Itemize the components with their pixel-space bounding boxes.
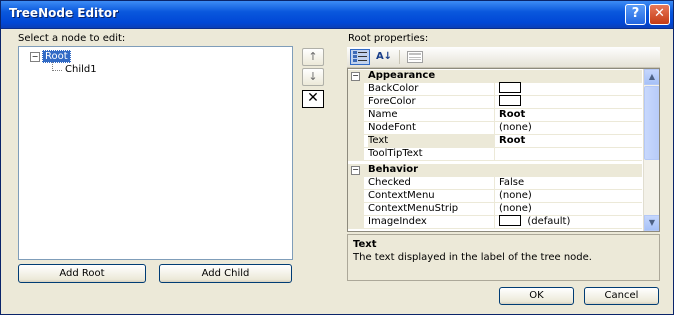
property-row-nodefont[interactable]: NodeFont (none) bbox=[348, 122, 642, 135]
select-node-label: Select a node to edit: bbox=[18, 33, 126, 44]
property-grid-toolbar: A↓ bbox=[347, 47, 660, 68]
property-value[interactable]: Root bbox=[499, 109, 642, 121]
image-index-value: (default) bbox=[527, 216, 571, 227]
scroll-down-button[interactable]: ▼ bbox=[644, 215, 659, 231]
property-row-text[interactable]: Text Root bbox=[348, 135, 642, 148]
property-value[interactable]: (none) bbox=[499, 203, 642, 215]
row-gutter bbox=[348, 216, 364, 229]
row-gutter bbox=[348, 83, 364, 96]
tree-node-child1[interactable]: Child1 bbox=[65, 64, 97, 75]
cancel-button[interactable]: Cancel bbox=[584, 287, 659, 305]
description-title: Text bbox=[353, 239, 377, 250]
categorized-icon bbox=[353, 51, 367, 62]
color-swatch bbox=[499, 81, 521, 93]
property-grid-scrollbar[interactable]: ▲ ▼ bbox=[643, 69, 659, 231]
property-name: ContextMenu bbox=[368, 190, 495, 202]
scroll-up-button[interactable]: ▲ bbox=[644, 69, 659, 85]
arrow-up-icon: ↑ bbox=[308, 50, 318, 63]
help-icon: ? bbox=[631, 6, 640, 21]
property-value[interactable] bbox=[499, 94, 642, 108]
row-gutter bbox=[348, 122, 364, 135]
property-name: Checked bbox=[368, 177, 495, 189]
ok-button[interactable]: OK bbox=[499, 287, 574, 305]
toolbar-separator bbox=[399, 50, 400, 64]
property-name: ContextMenuStrip bbox=[368, 203, 495, 215]
minus-icon[interactable]: − bbox=[351, 166, 360, 175]
property-value[interactable]: (none) bbox=[499, 122, 642, 134]
property-name: ForeColor bbox=[368, 96, 495, 108]
delete-node-button[interactable]: ✕ bbox=[302, 90, 324, 108]
color-swatch bbox=[499, 94, 521, 106]
move-down-button[interactable]: ↓ bbox=[302, 68, 324, 86]
row-gutter bbox=[348, 148, 364, 161]
property-description-panel: Text The text displayed in the label of … bbox=[347, 234, 660, 281]
category-behavior[interactable]: − Behavior bbox=[348, 164, 642, 177]
treenode-editor-window: TreeNode Editor ? ✕ Select a node to edi… bbox=[0, 0, 674, 315]
property-name: Name bbox=[368, 109, 495, 121]
property-pages-button[interactable] bbox=[405, 49, 425, 65]
property-row-contextmenu[interactable]: ContextMenu (none) bbox=[348, 190, 642, 203]
property-value[interactable]: Root bbox=[499, 135, 642, 147]
row-gutter bbox=[348, 203, 364, 216]
window-title: TreeNode Editor bbox=[9, 6, 119, 20]
row-gutter bbox=[348, 177, 364, 190]
property-row-checked[interactable]: Checked False bbox=[348, 177, 642, 190]
chevron-down-icon: ▼ bbox=[648, 218, 656, 227]
minus-icon[interactable]: − bbox=[351, 72, 360, 81]
property-value[interactable]: (default) bbox=[499, 214, 642, 228]
category-label: Appearance bbox=[368, 70, 436, 81]
sort-alphabetical-icon: A↓ bbox=[375, 51, 393, 62]
categorized-button[interactable] bbox=[350, 49, 370, 65]
root-collapse-toggle[interactable]: − bbox=[30, 52, 40, 62]
row-gutter bbox=[348, 190, 364, 203]
property-value[interactable] bbox=[499, 81, 642, 95]
property-row-backcolor[interactable]: BackColor bbox=[348, 81, 642, 96]
alphabetical-button[interactable]: A↓ bbox=[374, 49, 394, 65]
help-button[interactable]: ? bbox=[625, 4, 646, 25]
property-row-contextmenustrip[interactable]: ContextMenuStrip (none) bbox=[348, 203, 642, 216]
property-row-forecolor[interactable]: ForeColor bbox=[348, 94, 642, 109]
add-root-button[interactable]: Add Root bbox=[18, 264, 146, 283]
property-value[interactable]: (none) bbox=[499, 190, 642, 202]
property-row-name[interactable]: Name Root bbox=[348, 109, 642, 122]
property-name: ToolTipText bbox=[368, 148, 495, 160]
image-swatch bbox=[499, 214, 521, 226]
chevron-up-icon: ▲ bbox=[648, 72, 656, 81]
scroll-thumb[interactable] bbox=[644, 86, 659, 160]
property-name: NodeFont bbox=[368, 122, 495, 134]
row-gutter bbox=[348, 109, 364, 122]
row-gutter bbox=[348, 135, 364, 148]
move-up-button[interactable]: ↑ bbox=[302, 48, 324, 66]
minus-icon: − bbox=[31, 52, 39, 61]
tree-connector-horizontal bbox=[52, 70, 62, 71]
category-appearance[interactable]: − Appearance bbox=[348, 70, 642, 83]
delete-icon: ✕ bbox=[307, 90, 319, 106]
property-value[interactable]: False bbox=[499, 177, 642, 189]
property-row-tooltiptext[interactable]: ToolTipText bbox=[348, 148, 642, 161]
close-icon: ✕ bbox=[654, 6, 665, 21]
root-properties-label: Root properties: bbox=[348, 33, 429, 44]
add-child-button[interactable]: Add Child bbox=[159, 264, 292, 283]
category-label: Behavior bbox=[368, 164, 419, 175]
title-bar[interactable]: TreeNode Editor ? ✕ bbox=[1, 1, 673, 29]
property-row-imageindex[interactable]: ImageIndex (default) bbox=[348, 214, 642, 229]
property-pages-icon bbox=[407, 51, 423, 63]
close-button[interactable]: ✕ bbox=[649, 4, 670, 25]
tree-node-root[interactable]: Root bbox=[42, 50, 71, 63]
property-name: BackColor bbox=[368, 83, 495, 95]
description-text: The text displayed in the label of the t… bbox=[353, 252, 592, 263]
row-gutter bbox=[348, 96, 364, 109]
arrow-down-icon: ↓ bbox=[308, 70, 318, 83]
property-name: ImageIndex bbox=[368, 216, 495, 228]
property-grid[interactable]: − Appearance BackColor ForeColor Name Ro… bbox=[347, 68, 660, 232]
node-tree[interactable]: − Root Child1 bbox=[18, 46, 293, 260]
property-name: Text bbox=[368, 135, 495, 147]
